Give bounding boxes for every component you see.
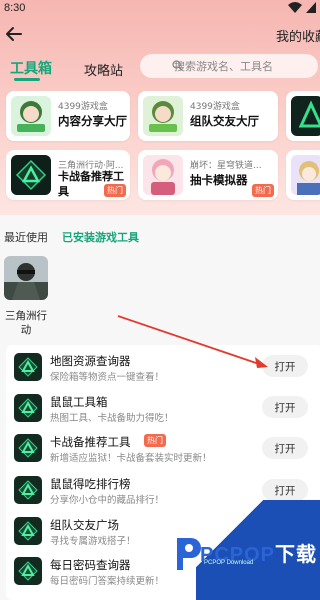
watermark-brand-suffix: 下载 — [275, 544, 318, 566]
watermark-logo-icon — [177, 538, 201, 570]
watermark-subtext: PCPOP Download — [204, 560, 254, 566]
